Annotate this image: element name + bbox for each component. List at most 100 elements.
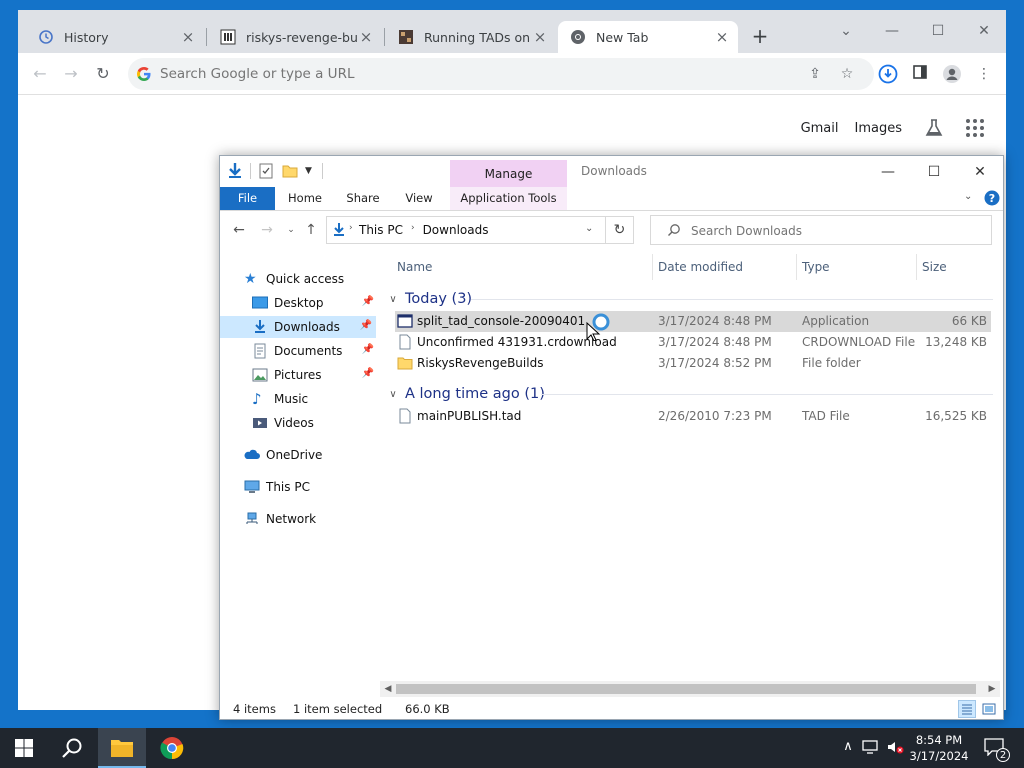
- volume-muted-icon[interactable]: [885, 739, 905, 757]
- qat-dropdown-icon[interactable]: ▼: [305, 166, 312, 176]
- scroll-right-icon[interactable]: ▶: [984, 681, 1000, 697]
- explorer-minimize-button[interactable]: —: [866, 158, 910, 186]
- scrollbar-thumb[interactable]: [396, 684, 976, 694]
- tab-search-icon[interactable]: ⌄: [826, 16, 866, 46]
- ribbon-tab-share[interactable]: Share: [338, 187, 388, 210]
- close-window-button[interactable]: ✕: [964, 16, 1004, 46]
- downloads-icon[interactable]: [878, 64, 898, 84]
- group-header-long-time-ago[interactable]: ∨ A long time ago (1): [385, 383, 545, 405]
- nav-network[interactable]: Network: [244, 508, 378, 530]
- address-dropdown-icon[interactable]: ⌄: [585, 223, 593, 234]
- file-row[interactable]: RiskysRevengeBuilds 3/17/2024 8:52 PM Fi…: [395, 353, 991, 374]
- taskbar-chrome[interactable]: [148, 728, 196, 768]
- file-row[interactable]: Unconfirmed 431931.crdownload 3/17/2024 …: [395, 332, 991, 353]
- tab-running-tads[interactable]: Running TADs on a re ×: [386, 21, 556, 53]
- nav-documents[interactable]: Documents 📌: [252, 340, 378, 362]
- help-icon[interactable]: ?: [984, 190, 1000, 206]
- ribbon-tab-application-tools[interactable]: Application Tools: [450, 187, 567, 210]
- labs-flask-icon[interactable]: [924, 118, 944, 138]
- breadcrumb-downloads[interactable]: Downloads: [423, 223, 489, 237]
- pin-icon[interactable]: 📌: [360, 320, 372, 331]
- recent-locations-chevron-icon[interactable]: ⌄: [282, 221, 300, 239]
- tab-history[interactable]: History ×: [26, 21, 204, 53]
- file-row[interactable]: mainPUBLISH.tad 2/26/2010 7:23 PM TAD Fi…: [395, 406, 991, 427]
- nav-label: Videos: [274, 416, 314, 430]
- minimize-button[interactable]: —: [872, 16, 912, 46]
- close-icon[interactable]: ×: [714, 28, 730, 46]
- file-type: CRDOWNLOAD File: [802, 335, 916, 349]
- reload-button[interactable]: ↻: [91, 62, 115, 86]
- windows-logo-icon: [15, 739, 33, 757]
- taskbar-file-explorer[interactable]: [98, 728, 146, 768]
- system-clock[interactable]: 8:54 PM 3/17/2024: [906, 732, 972, 764]
- file-row[interactable]: split_tad_console-20090401 3/17/2024 8:4…: [395, 311, 991, 332]
- share-icon[interactable]: ⇪: [806, 65, 824, 83]
- details-view-button[interactable]: [958, 700, 976, 718]
- ribbon-tab-home[interactable]: Home: [280, 187, 330, 210]
- scroll-left-icon[interactable]: ◀: [380, 681, 396, 697]
- breadcrumb-this-pc[interactable]: This PC: [359, 223, 403, 237]
- bookmark-star-icon[interactable]: ☆: [838, 65, 856, 83]
- nav-downloads[interactable]: Downloads 📌: [220, 316, 376, 338]
- search-box[interactable]: [650, 215, 992, 245]
- show-hidden-icons-chevron-icon[interactable]: ∧: [838, 739, 858, 757]
- google-header-links: Gmail Images: [785, 118, 984, 138]
- large-icons-view-button[interactable]: [980, 700, 998, 718]
- explorer-forward-button[interactable]: →: [258, 221, 276, 239]
- address-field[interactable]: › This PC › Downloads ⌄: [326, 216, 606, 244]
- column-header-size[interactable]: Size: [922, 256, 947, 278]
- search-button[interactable]: [48, 728, 96, 768]
- gmail-link[interactable]: Gmail: [801, 121, 839, 136]
- pin-icon[interactable]: 📌: [362, 296, 374, 307]
- close-icon[interactable]: ×: [180, 28, 196, 46]
- back-button[interactable]: ←: [28, 62, 52, 86]
- nav-music[interactable]: ♪ Music: [252, 388, 378, 410]
- refresh-button[interactable]: ↻: [606, 216, 634, 244]
- column-header-date[interactable]: Date modified: [658, 256, 743, 278]
- column-header-type[interactable]: Type: [802, 256, 830, 278]
- nav-this-pc[interactable]: This PC: [244, 476, 378, 498]
- apps-grid-icon[interactable]: [966, 119, 984, 137]
- chrome-icon: [571, 30, 585, 44]
- pin-icon[interactable]: 📌: [362, 344, 374, 355]
- new-folder-icon[interactable]: [281, 162, 299, 180]
- tab-separator: [384, 28, 385, 46]
- pin-icon[interactable]: 📌: [362, 368, 374, 379]
- images-link[interactable]: Images: [855, 121, 903, 136]
- explorer-back-button[interactable]: ←: [230, 221, 248, 239]
- computer-icon: [244, 480, 260, 493]
- network-tray-icon[interactable]: [861, 739, 881, 757]
- ribbon-tab-view[interactable]: View: [396, 187, 442, 210]
- explorer-maximize-button[interactable]: ☐: [912, 158, 956, 186]
- side-panel-icon[interactable]: [910, 64, 930, 84]
- tab-new-tab[interactable]: New Tab ×: [558, 21, 738, 53]
- ribbon-expand-chevron-icon[interactable]: ⌄: [964, 191, 972, 202]
- tab-riskys-revenge-builds[interactable]: riskys-revenge-builds ×: [208, 21, 382, 53]
- nav-quick-access[interactable]: ★ Quick access: [244, 268, 378, 290]
- up-button[interactable]: ↑: [302, 221, 320, 239]
- properties-icon[interactable]: [257, 162, 275, 180]
- menu-kebab-icon[interactable]: ⋮: [974, 64, 994, 84]
- profile-avatar-icon[interactable]: [942, 64, 962, 84]
- nav-videos[interactable]: Videos: [252, 412, 378, 434]
- close-icon[interactable]: ×: [358, 28, 374, 46]
- nav-pictures[interactable]: Pictures 📌: [252, 364, 378, 386]
- forward-button[interactable]: →: [59, 62, 83, 86]
- nav-onedrive[interactable]: OneDrive: [244, 444, 378, 466]
- tab-title: riskys-revenge-builds: [246, 29, 358, 45]
- start-button[interactable]: [0, 728, 48, 768]
- omnibox-input[interactable]: [160, 64, 760, 84]
- manage-contextual-tab[interactable]: Manage: [450, 160, 567, 187]
- omnibox[interactable]: ⇪ ☆: [128, 58, 874, 90]
- explorer-close-button[interactable]: ✕: [958, 158, 1002, 186]
- maximize-button[interactable]: ☐: [918, 16, 958, 46]
- close-icon[interactable]: ×: [532, 28, 548, 46]
- search-input[interactable]: [691, 222, 981, 240]
- nav-desktop[interactable]: Desktop 📌: [252, 292, 378, 314]
- ribbon-tab-file[interactable]: File: [220, 187, 275, 210]
- horizontal-scrollbar[interactable]: ◀ ▶: [380, 681, 1000, 697]
- new-tab-button[interactable]: +: [748, 25, 772, 49]
- group-header-today[interactable]: ∨ Today (3): [385, 288, 472, 310]
- action-center-button[interactable]: 2: [984, 738, 1010, 762]
- column-header-name[interactable]: Name: [397, 256, 432, 278]
